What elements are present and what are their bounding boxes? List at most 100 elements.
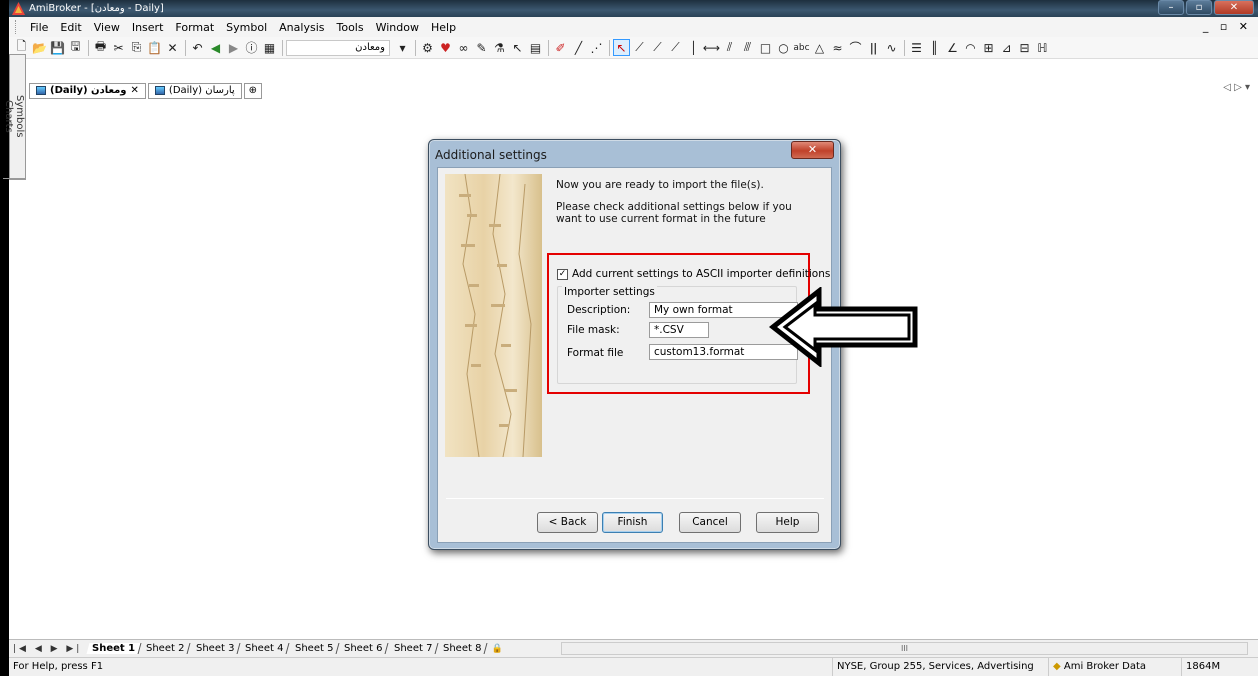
cut-icon[interactable]: ✂ xyxy=(110,39,127,56)
cycles-icon[interactable]: ǀǀ xyxy=(865,39,882,56)
group-label: Importer settings xyxy=(562,286,657,298)
sheet-tab-2[interactable]: Sheet 2 xyxy=(140,643,192,654)
add-tab-icon: ⊕ xyxy=(248,84,258,96)
delete-icon[interactable]: ✕ xyxy=(164,39,181,56)
minimize-button[interactable]: – xyxy=(1158,0,1184,15)
ellipse-icon[interactable]: ○ xyxy=(775,39,792,56)
restore-button[interactable]: ▫ xyxy=(1186,0,1212,15)
toolbar-separator xyxy=(88,39,89,56)
sheet-tab-5[interactable]: Sheet 5 xyxy=(289,643,340,654)
sheet-tab-1[interactable]: Sheet 1 xyxy=(86,643,142,654)
gann-fan-icon[interactable]: ⊿ xyxy=(998,39,1015,56)
sheet-tab-7[interactable]: Sheet 7 xyxy=(388,643,439,654)
sheet-tab-4[interactable]: Sheet 4 xyxy=(239,643,291,654)
fibonacci-icon[interactable]: ☰ xyxy=(908,39,925,56)
file-mask-field[interactable]: *.CSV xyxy=(649,322,709,338)
hint-text: Please check additional settings below i… xyxy=(556,201,792,225)
toolbar-separator xyxy=(904,39,905,56)
annotation-arrow-icon xyxy=(769,287,918,367)
back-icon[interactable]: ◀ xyxy=(207,39,224,56)
select-arrow-icon[interactable]: ↖ xyxy=(613,39,630,56)
triangle-icon[interactable]: △ xyxy=(811,39,828,56)
quote-icon[interactable]: ∞ xyxy=(455,39,472,56)
menu-format[interactable]: Format xyxy=(169,21,220,34)
doc-tab-active[interactable]: (Daily) ومعادن ✕ xyxy=(29,82,146,99)
menu-view[interactable]: View xyxy=(88,21,126,34)
menu-symbol[interactable]: Symbol xyxy=(220,21,273,34)
menu-help[interactable]: Help xyxy=(425,21,462,34)
info-icon[interactable]: ⓘ xyxy=(243,39,260,56)
settings-icon[interactable]: ⚙ xyxy=(419,39,436,56)
paste-icon[interactable]: 📋 xyxy=(146,39,163,56)
table-icon[interactable]: ▤ xyxy=(527,39,544,56)
symbol-combo[interactable]: ومعادن xyxy=(286,39,390,56)
tab-close-icon[interactable]: ✕ xyxy=(131,84,139,98)
dotted-line-icon[interactable]: ⋰ xyxy=(588,39,605,56)
save-icon[interactable]: 💾 xyxy=(49,39,66,56)
fib-time-icon[interactable]: ║ xyxy=(926,39,943,56)
sheet-tab-6[interactable]: Sheet 6 xyxy=(338,643,390,654)
menu-file[interactable]: File xyxy=(24,21,54,34)
lock-icon[interactable]: 🔒 xyxy=(489,640,506,657)
text-tool-icon[interactable]: abc xyxy=(793,39,810,56)
open-icon[interactable]: 📂 xyxy=(31,39,48,56)
gann-grid-icon[interactable]: ⊟ xyxy=(1016,39,1033,56)
forward-icon[interactable]: ▶ xyxy=(225,39,242,56)
toolbar: 🗋 📂 💾 🖫 🖶 ✂ ⎘ 📋 ✕ ↶ ◀ ▶ ⓘ ▦ ومعادن ▾ ⚙ ♥… xyxy=(9,37,1258,59)
toolbar-separator xyxy=(548,39,549,56)
gann-square-icon[interactable]: ⊞ xyxy=(980,39,997,56)
pointer-tool-icon[interactable]: ↖ xyxy=(509,39,526,56)
ray-icon[interactable]: ⟋ xyxy=(649,39,666,56)
back-button[interactable]: < Back xyxy=(537,512,598,533)
horizontal-scrollbar[interactable]: III xyxy=(561,642,1248,655)
menu-analysis[interactable]: Analysis xyxy=(273,21,330,34)
print-icon[interactable]: 🖶 xyxy=(92,39,109,56)
intro-line: Now you are ready to import the file(s). xyxy=(556,179,764,191)
trendline-icon[interactable]: ⟋ xyxy=(631,39,648,56)
combo-dropdown-icon[interactable]: ▾ xyxy=(394,39,411,56)
color-pen-icon[interactable]: ✐ xyxy=(552,39,569,56)
add-definitions-checkbox[interactable]: ✓ xyxy=(557,268,568,280)
andrews-pitchfork-icon[interactable]: ℍ xyxy=(1034,39,1051,56)
help-button[interactable]: Help xyxy=(756,512,819,533)
side-tab-charts[interactable]: Charts xyxy=(3,55,14,179)
sheet-tab-8[interactable]: Sheet 8 xyxy=(437,643,489,654)
menu-tools[interactable]: Tools xyxy=(330,21,369,34)
fib-arc-icon[interactable]: ◠ xyxy=(962,39,979,56)
fan-icon[interactable]: ∠ xyxy=(944,39,961,56)
rectangle-icon[interactable]: □ xyxy=(757,39,774,56)
chart-tool-icon[interactable]: ✎ xyxy=(473,39,490,56)
dialog-intro-text: Now you are ready to import the file(s).… xyxy=(556,179,816,225)
new-tab-button[interactable]: ⊕ xyxy=(243,82,263,99)
doc-tab[interactable]: (Daily) پارسان xyxy=(147,82,242,99)
parallel-lines-icon[interactable]: ⫽ xyxy=(721,39,738,56)
mdi-controls[interactable]: _ ▫ ✕ xyxy=(1203,20,1252,33)
window-close-button[interactable]: ✕ xyxy=(1214,0,1254,15)
sheet-tab-3[interactable]: Sheet 3 xyxy=(190,643,241,654)
menu-edit[interactable]: Edit xyxy=(54,21,87,34)
save-all-icon[interactable]: 🖫 xyxy=(67,39,84,56)
checkbox-label[interactable]: Add current settings to ASCII importer d… xyxy=(572,268,830,280)
add-definitions-checkbox-row[interactable]: ✓ Add current settings to ASCII importer… xyxy=(557,268,830,280)
favorite-icon[interactable]: ♥ xyxy=(437,39,454,56)
menu-insert[interactable]: Insert xyxy=(126,21,170,34)
wave-icon[interactable]: ∿ xyxy=(883,39,900,56)
zigzag-icon[interactable]: ≈ xyxy=(829,39,846,56)
grid-icon[interactable]: ▦ xyxy=(261,39,278,56)
menu-window[interactable]: Window xyxy=(370,21,425,34)
tab-nav-arrows[interactable]: ◁ ▷ ▾ xyxy=(1223,82,1250,93)
undo-icon[interactable]: ↶ xyxy=(189,39,206,56)
copy-icon[interactable]: ⎘ xyxy=(128,39,145,56)
vertical-line-icon[interactable]: │ xyxy=(685,39,702,56)
horizontal-line-icon[interactable]: ⟷ xyxy=(703,39,720,56)
extended-line-icon[interactable]: ⟋ xyxy=(667,39,684,56)
arc-icon[interactable]: ⌒ xyxy=(847,39,864,56)
side-tab-symbols[interactable]: Symbols xyxy=(14,55,25,179)
analysis-icon[interactable]: ⚗ xyxy=(491,39,508,56)
cancel-button[interactable]: Cancel xyxy=(679,512,741,533)
line-style-icon[interactable]: ╱ xyxy=(570,39,587,56)
dialog-close-button[interactable]: ✕ xyxy=(791,141,834,159)
finish-button[interactable]: Finish xyxy=(602,512,663,533)
sheet-nav-buttons[interactable]: |◀ ◀ ▶ ▶| xyxy=(13,644,82,654)
channel-icon[interactable]: ⫻ xyxy=(739,39,756,56)
